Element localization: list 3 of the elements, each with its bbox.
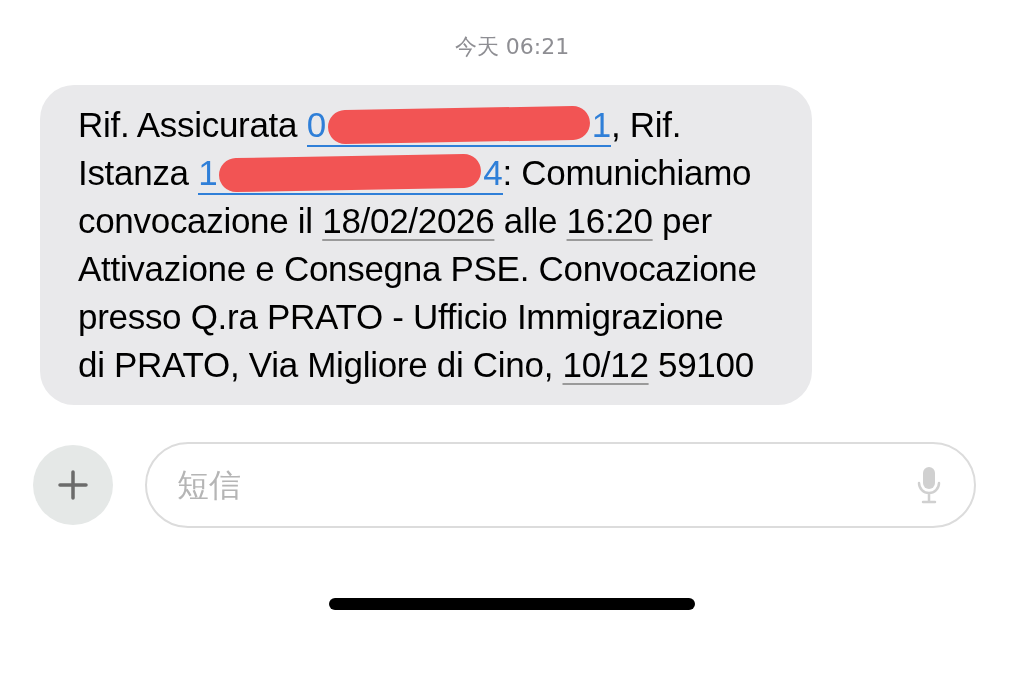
message-input-field[interactable]: 短信: [145, 442, 976, 528]
timestamp: 今天 06:21: [454, 33, 570, 61]
message-text: Rif. Assicurata 0 1, Rif. Istanza 1 4: Comunichiamo convocazione il 18/02/2026 alle 16:20 per Attivazione e Consegna PSE. Convocazione presso Q.ra PRATO - Ufficio Immigrazione di PRATO, Via Migliore di Cino, 10/12 59100: [78, 104, 758, 386]
